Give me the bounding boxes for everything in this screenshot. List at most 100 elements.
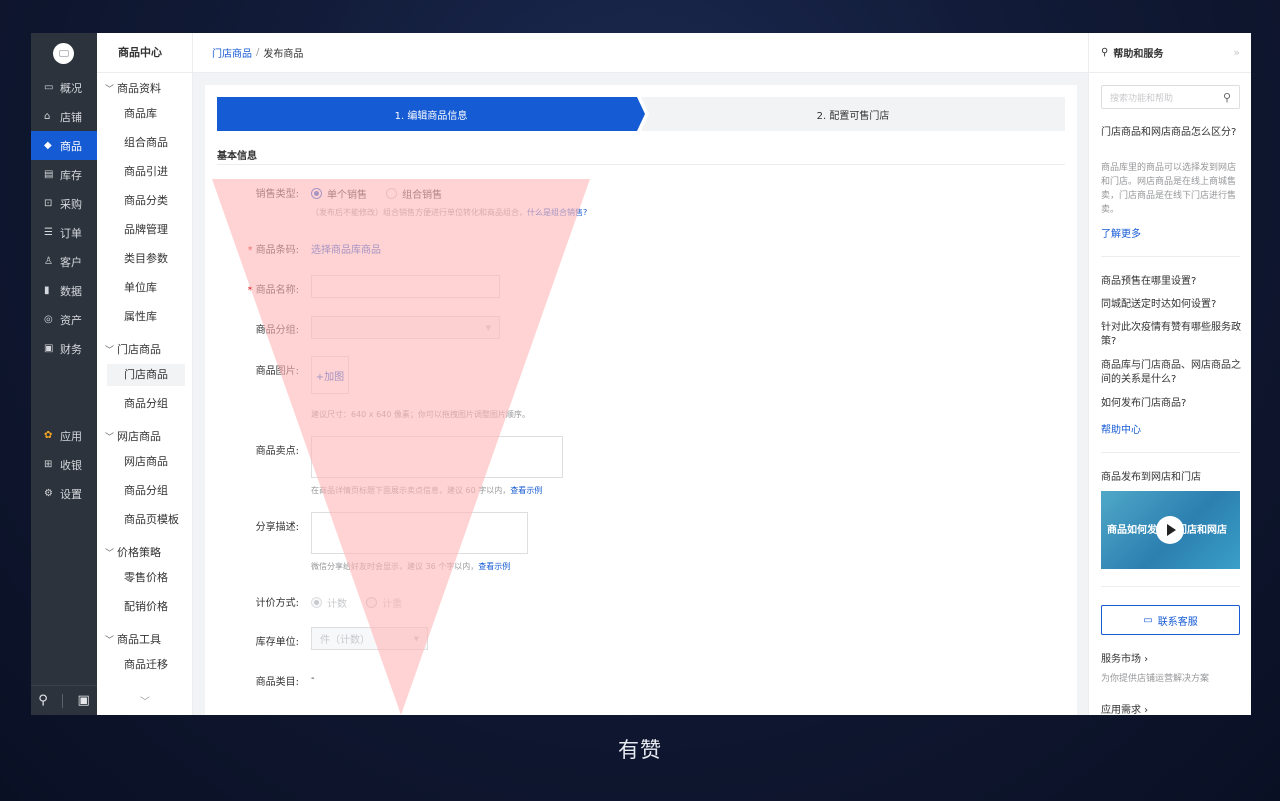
search-icon[interactable]: ⚲ [1223, 91, 1231, 104]
nav-item[interactable]: 类目参数 [107, 248, 185, 270]
radio-weight[interactable]: 计重 [366, 595, 402, 610]
chevron-down-icon[interactable]: ﹀ [97, 693, 193, 708]
share-desc-example-link[interactable]: 查看示例 [478, 562, 510, 571]
nav-group-header[interactable]: ﹀ 网店商品 [105, 428, 161, 444]
radio-label: 单个销售 [327, 190, 367, 201]
user-icon: ♙ [44, 256, 53, 267]
primary-nav-item[interactable]: ◎ 资产 [31, 305, 97, 334]
primary-nav-item[interactable]: ⊡ 采购 [31, 189, 97, 218]
nav-item[interactable]: 网店商品 [107, 451, 185, 473]
chevron-down-icon: ﹀ [105, 345, 115, 356]
selling-points-label: 商品卖点: [255, 446, 299, 457]
primary-nav-item[interactable]: ▮ 数据 [31, 276, 97, 305]
selling-points-help: 在商品详情页标题下面展示卖点信息，建议 60 字以内，查看示例 [311, 485, 542, 496]
radio-single-sale[interactable]: 单个销售 [311, 186, 367, 201]
primary-nav-item[interactable]: ▤ 库存 [31, 160, 97, 189]
nav-item[interactable]: 门店商品 [107, 364, 185, 386]
nav-item[interactable]: 配销价格 [107, 596, 185, 618]
nav-group-header[interactable]: ﹀ 门店商品 [105, 341, 161, 357]
category-label: 商品类目: [255, 677, 299, 688]
nav-item[interactable]: 商品分类 [107, 190, 185, 212]
nav-item[interactable]: 商品分组 [107, 480, 185, 502]
primary-nav-item[interactable]: ⌂ 店铺 [31, 102, 97, 131]
app-demand-link[interactable]: 应用需求 › [1101, 704, 1241, 715]
required-mark: * [247, 245, 253, 256]
primary-nav-item[interactable]: ☰ 订单 [31, 218, 97, 247]
add-image-button[interactable]: +加图 [311, 356, 349, 394]
breadcrumb-parent-link[interactable]: 门店商品 [212, 45, 252, 60]
radio-label: 组合销售 [402, 190, 443, 201]
selling-points-help-text: 在商品详情页标题下面展示卖点信息，建议 60 字以内， [311, 486, 511, 495]
sale-type-radio-group: 单个销售 组合销售 [311, 184, 456, 203]
radio-combo-sale[interactable]: 组合销售 [386, 186, 442, 201]
nav-item[interactable]: 商品引进 [107, 161, 185, 183]
tag-icon: ◆ [44, 140, 52, 151]
help-panel-header: ⚲ 帮助和服务 » [1089, 33, 1251, 73]
nav-item[interactable]: 单位库 [107, 277, 185, 299]
chat-bubble-icon: ▭ [1143, 614, 1153, 626]
question-item[interactable]: 商品预售在哪里设置? [1101, 275, 1241, 289]
primary-nav-item[interactable]: ▣ 财务 [31, 334, 97, 363]
shop-logo-icon[interactable] [53, 43, 74, 64]
sale-type-help: （发布后不能修改）组合销售方便进行单位转化和商品组合，什么是组合销售? [311, 207, 587, 218]
primary-nav-label: 应用 [60, 429, 82, 443]
chat-icon[interactable]: ▣ [78, 693, 90, 708]
divider [1101, 452, 1240, 453]
play-icon[interactable] [1156, 516, 1184, 544]
nav-item[interactable]: 品牌管理 [107, 219, 185, 241]
primary-nav-label: 采购 [60, 197, 82, 211]
faq-title[interactable]: 门店商品和网店商品怎么区分? [1101, 126, 1241, 140]
nav-item[interactable]: 商品迁移 [107, 654, 185, 676]
collapse-icon[interactable]: » [1233, 46, 1240, 59]
radio-count[interactable]: 计数 [311, 595, 347, 610]
bar-chart-icon: ▮ [44, 285, 50, 296]
learn-more-link[interactable]: 了解更多 [1101, 225, 1141, 240]
selling-points-textarea[interactable] [311, 436, 563, 478]
pricing-label: 计价方式: [255, 598, 299, 609]
stock-unit-select[interactable]: 件（计数） ▼ [311, 627, 428, 650]
nav-group-header[interactable]: ﹀ 价格策略 [105, 544, 161, 560]
nav-item[interactable]: 商品页模板 [107, 509, 185, 531]
required-mark: * [247, 285, 253, 296]
what-is-combo-link[interactable]: 什么是组合销售? [527, 208, 587, 217]
chevron-down-icon: ﹀ [105, 635, 115, 646]
product-images-help: 建议尺寸：640 x 640 像素；你可以拖拽图片调整图片顺序。 [311, 410, 530, 419]
nav-group-header[interactable]: ﹀ 商品工具 [105, 631, 161, 647]
product-group-select[interactable]: ▼ [311, 316, 500, 339]
nav-item[interactable]: 属性库 [107, 306, 185, 328]
select-library-product-link[interactable]: 选择商品库商品 [311, 241, 381, 256]
share-desc-textarea[interactable] [311, 512, 528, 554]
selling-points-example-link[interactable]: 查看示例 [510, 486, 542, 495]
nav-item[interactable]: 组合商品 [107, 132, 185, 154]
help-center-link[interactable]: 帮助中心 [1101, 421, 1141, 436]
primary-nav-item[interactable]: ♙ 客户 [31, 247, 97, 276]
primary-nav-item[interactable]: ⊞ 收银 [31, 450, 97, 479]
warehouse-icon: ▤ [44, 169, 54, 180]
help-panel: ⚲ 帮助和服务 » 搜索功能和帮助 ⚲ 门店商品和网店商品怎么区分? 商品库里的… [1088, 33, 1251, 715]
tutorial-video[interactable]: 商品如何发布到门店和网店 [1101, 491, 1240, 569]
help-search-input[interactable]: 搜索功能和帮助 ⚲ [1101, 85, 1240, 109]
product-name-input[interactable] [311, 275, 500, 298]
primary-nav-item[interactable]: ⚙ 设置 [31, 479, 97, 508]
primary-nav-label: 概况 [60, 81, 82, 95]
service-market-link[interactable]: 服务市场 › [1101, 653, 1241, 667]
nav-group-header[interactable]: ﹀ 商品资料 [105, 80, 161, 96]
nav-item[interactable]: 商品分组 [107, 393, 185, 415]
nav-item[interactable]: 零售价格 [107, 567, 185, 589]
primary-nav-item[interactable]: ▭ 概况 [31, 73, 97, 102]
contact-support-button[interactable]: ▭ 联系客服 [1101, 605, 1240, 635]
nav-item[interactable]: 商品库 [107, 103, 185, 125]
divider [217, 164, 1065, 165]
primary-nav-item[interactable]: ✿ 应用 [31, 421, 97, 450]
share-desc-help: 微信分享给好友时会显示，建议 36 个字以内，查看示例 [311, 561, 510, 572]
gear-icon: ⚙ [44, 488, 53, 499]
question-item[interactable]: 如何发布门店商品? [1101, 397, 1241, 411]
search-icon[interactable]: ⚲ [38, 693, 48, 708]
help-search-placeholder: 搜索功能和帮助 [1110, 93, 1174, 104]
primary-nav-item[interactable]: ◆ 商品 [31, 131, 97, 160]
question-item[interactable]: 同城配送定时达如何设置? [1101, 298, 1241, 312]
coin-icon: ◎ [44, 314, 53, 325]
question-item[interactable]: 商品库与门店商品、网店商品之间的关系是什么? [1101, 359, 1241, 387]
apps-icon: ✿ [44, 430, 53, 441]
question-item[interactable]: 针对此次疫情有赞有哪些服务政策? [1101, 321, 1241, 349]
